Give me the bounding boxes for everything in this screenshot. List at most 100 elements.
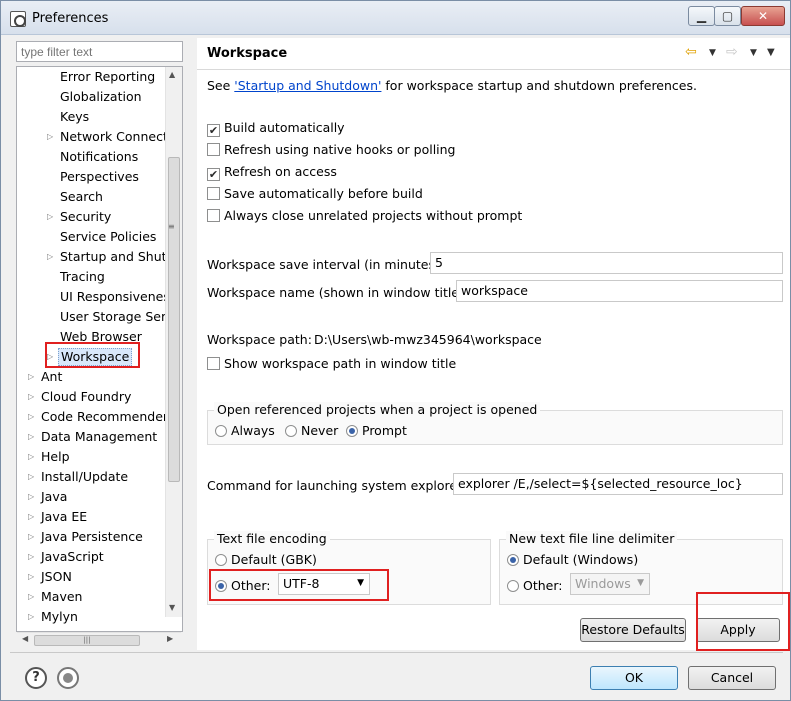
expand-arrow-icon[interactable]: ▷: [28, 587, 38, 607]
tree-item-label: Java EE: [41, 509, 88, 524]
maximize-button[interactable]: ▢: [714, 6, 741, 26]
window-title: Preferences: [32, 11, 109, 26]
expand-arrow-icon[interactable]: ▷: [28, 567, 38, 587]
workspace-name-input[interactable]: workspace: [456, 280, 783, 302]
scroll-thumb[interactable]: [168, 157, 180, 482]
expand-arrow-icon[interactable]: ▷: [47, 127, 57, 147]
expand-arrow-icon[interactable]: ▷: [47, 247, 57, 267]
checkbox-row[interactable]: Refresh using native hooks or polling: [207, 141, 456, 159]
checkbox-label: Refresh on access: [224, 164, 337, 179]
command-input[interactable]: explorer /E,/select=${selected_resource_…: [453, 473, 783, 495]
text-encoding-title: Text file encoding: [214, 531, 330, 546]
open-ref-label: Prompt: [362, 423, 407, 438]
open-ref-radio[interactable]: Never: [285, 422, 338, 440]
checkbox-icon[interactable]: [207, 209, 220, 222]
open-ref-radio[interactable]: Always: [215, 422, 275, 440]
scroll-right-icon[interactable]: ▶: [167, 634, 173, 643]
expand-arrow-icon[interactable]: ▷: [28, 487, 38, 507]
radio-icon[interactable]: [215, 425, 227, 437]
delimiter-select-value: Windows: [575, 576, 631, 591]
help-icon[interactable]: ?: [25, 667, 47, 689]
checkbox-row[interactable]: ✔ Refresh on access: [207, 163, 337, 181]
command-label: Command for launching system explorer:: [207, 478, 467, 493]
scroll-up-icon[interactable]: ▲: [169, 70, 175, 79]
expand-arrow-icon[interactable]: ▷: [28, 407, 38, 427]
tree-item-label: Service Policies: [60, 229, 157, 244]
checkbox-row[interactable]: Save automatically before build: [207, 185, 423, 203]
radio-icon[interactable]: [215, 554, 227, 566]
tree-item-label: Perspectives: [60, 169, 139, 184]
view-menu-icon[interactable]: ▼: [767, 47, 775, 58]
expand-arrow-icon[interactable]: ▷: [28, 527, 38, 547]
title-bar: Preferences ▁ ▢ ✕: [1, 1, 790, 35]
delimiter-default-radio[interactable]: Default (Windows): [507, 551, 638, 569]
tree-item-label: Install/Update: [41, 469, 129, 484]
expand-arrow-icon[interactable]: ▷: [28, 447, 38, 467]
radio-selected-icon[interactable]: [507, 554, 519, 566]
forward-arrow-icon[interactable]: ⇨: [726, 44, 738, 60]
description: See 'Startup and Shutdown' for workspace…: [207, 78, 697, 93]
expand-arrow-icon[interactable]: ▷: [28, 387, 38, 407]
save-interval-input[interactable]: 5: [430, 252, 783, 274]
expand-arrow-icon[interactable]: ▷: [28, 607, 38, 627]
delimiter-other-radio[interactable]: Other:: [507, 577, 562, 595]
checkbox-icon[interactable]: [207, 187, 220, 200]
minimize-button[interactable]: ▁: [688, 6, 715, 26]
tree-vertical-scrollbar[interactable]: ▲ ≡ ▼: [165, 67, 182, 617]
tree-item-label: JSON: [41, 569, 72, 584]
checkbox-checked-icon[interactable]: ✔: [207, 168, 220, 181]
workspace-path-label: Workspace path:: [207, 332, 312, 347]
expand-arrow-icon[interactable]: ▷: [28, 507, 38, 527]
open-referenced-group: Open referenced projects when a project …: [207, 402, 783, 445]
checkbox-row[interactable]: Always close unrelated projects without …: [207, 207, 522, 225]
cancel-button[interactable]: Cancel: [688, 666, 776, 690]
delimiter-other-label: Other:: [523, 578, 563, 593]
expand-arrow-icon[interactable]: ▷: [28, 427, 38, 447]
tree-horizontal-scrollbar[interactable]: ◀ ||| ▶: [17, 632, 181, 647]
tree-item-label: Security: [60, 209, 112, 224]
highlight-box-encoding: [209, 569, 389, 601]
show-path-label: Show workspace path in window title: [224, 356, 457, 371]
radio-icon[interactable]: [285, 425, 297, 437]
back-dropdown-icon[interactable]: ▼: [709, 48, 716, 58]
preferences-window: Preferences ▁ ▢ ✕ Error Reporting Globali…: [0, 0, 791, 701]
scroll-down-icon[interactable]: ▼: [169, 603, 175, 612]
filter-input[interactable]: [16, 41, 183, 62]
back-arrow-icon[interactable]: ⇦: [685, 44, 697, 60]
expand-arrow-icon[interactable]: ▷: [28, 547, 38, 567]
footer-separator: [10, 652, 783, 653]
checkbox-icon[interactable]: [207, 143, 220, 156]
expand-arrow-icon[interactable]: ▷: [28, 467, 38, 487]
startup-shutdown-link[interactable]: 'Startup and Shutdown': [234, 78, 381, 93]
line-delimiter-title: New text file line delimiter: [506, 531, 678, 546]
radio-selected-icon[interactable]: [346, 425, 358, 437]
chevron-down-icon: ▼: [637, 578, 644, 588]
ok-button[interactable]: OK: [590, 666, 678, 690]
delimiter-select: Windows ▼: [570, 573, 650, 595]
highlight-box-apply: [696, 592, 790, 651]
workspace-panel: Workspace ⇦ ▼ ⇨ ▼ ▼ See 'Startup and Shu…: [197, 38, 790, 650]
radio-icon[interactable]: [507, 580, 519, 592]
record-icon[interactable]: [57, 667, 79, 689]
checkbox-checked-icon[interactable]: ✔: [207, 124, 220, 137]
tree-item-label: Help: [41, 449, 70, 464]
close-button[interactable]: ✕: [741, 6, 785, 26]
scroll-left-icon[interactable]: ◀: [22, 634, 28, 643]
tree-item-label: Tracing: [60, 269, 105, 284]
open-ref-radio[interactable]: Prompt: [346, 422, 407, 440]
description-prefix: See: [207, 78, 235, 93]
checkbox-label: Build automatically: [224, 120, 345, 135]
open-ref-label: Always: [231, 423, 275, 438]
scroll-thumb[interactable]: |||: [34, 635, 140, 646]
tree-item-label: Search: [60, 189, 103, 204]
checkbox-row[interactable]: ✔ Build automatically: [207, 119, 345, 137]
workspace-path-value: D:\Users\wb-mwz345964\workspace: [314, 332, 542, 347]
checkbox-icon[interactable]: [207, 357, 220, 370]
tree-item-label: Java: [41, 489, 68, 504]
encoding-default-radio[interactable]: Default (GBK): [215, 551, 317, 569]
expand-arrow-icon[interactable]: ▷: [47, 207, 57, 227]
expand-arrow-icon[interactable]: ▷: [28, 367, 38, 387]
show-path-checkbox[interactable]: Show workspace path in window title: [207, 355, 456, 373]
restore-defaults-button[interactable]: Restore Defaults: [580, 618, 686, 642]
forward-dropdown-icon[interactable]: ▼: [750, 48, 757, 58]
